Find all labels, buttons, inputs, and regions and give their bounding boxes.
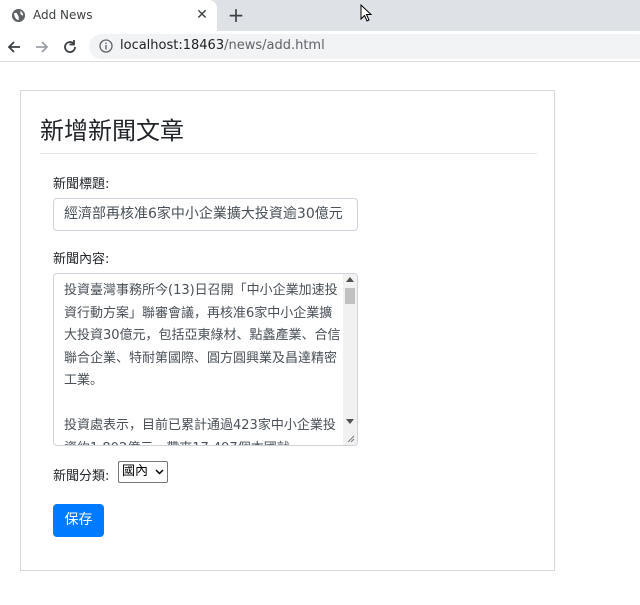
address-bar[interactable]: localhost:18463/news/add.html [89,34,640,59]
info-icon[interactable] [99,39,113,53]
content-textarea[interactable]: 投資臺灣事務所今(13)日召開「中小企業加速投資行動方案」聯審會議，再核准6家中… [53,273,358,446]
category-select[interactable]: 國內 [118,461,168,483]
url-text: localhost:18463/news/add.html [120,38,325,53]
content-label: 新聞內容: [53,252,110,267]
url-host: localhost:18463 [120,38,225,53]
scroll-up-arrow-icon[interactable] [346,277,354,282]
category-selected-value: 國內 [122,464,149,479]
title-label: 新聞標題: [53,177,110,192]
reload-icon[interactable] [60,37,80,57]
title-input[interactable]: 經濟部再核准6家中小企業擴大投資逾30億元 [53,198,358,231]
scroll-down-arrow-icon[interactable] [346,419,354,424]
textarea-scrollbar[interactable] [343,274,357,445]
form-card: 新增新聞文章 新聞標題: 經濟部再核准6家中小企業擴大投資逾30億元 新聞內容:… [20,90,555,571]
page-title: 新增新聞文章 [40,117,184,145]
browser-toolbar: localhost:18463/news/add.html [0,31,640,62]
save-button[interactable]: 保存 [53,504,104,537]
forward-arrow-icon[interactable] [32,37,52,57]
globe-icon [11,8,26,23]
browser-tab[interactable]: Add News ✕ [0,0,217,31]
resize-grip-icon[interactable] [346,434,355,443]
tab-title: Add News [33,8,93,22]
chevron-down-icon [155,469,164,475]
close-tab-icon[interactable]: ✕ [193,6,211,24]
divider [40,153,537,154]
mouse-cursor-icon [360,4,373,22]
tab-bar: Add News ✕ + [0,0,640,31]
content-text: 投資臺灣事務所今(13)日召開「中小企業加速投資行動方案」聯審會議，再核准6家中… [64,283,341,445]
url-path: /news/add.html [224,38,325,53]
back-arrow-icon[interactable] [4,37,24,57]
category-label: 新聞分類: [53,469,110,484]
new-tab-button[interactable]: + [226,5,246,25]
scrollbar-thumb[interactable] [345,288,355,304]
